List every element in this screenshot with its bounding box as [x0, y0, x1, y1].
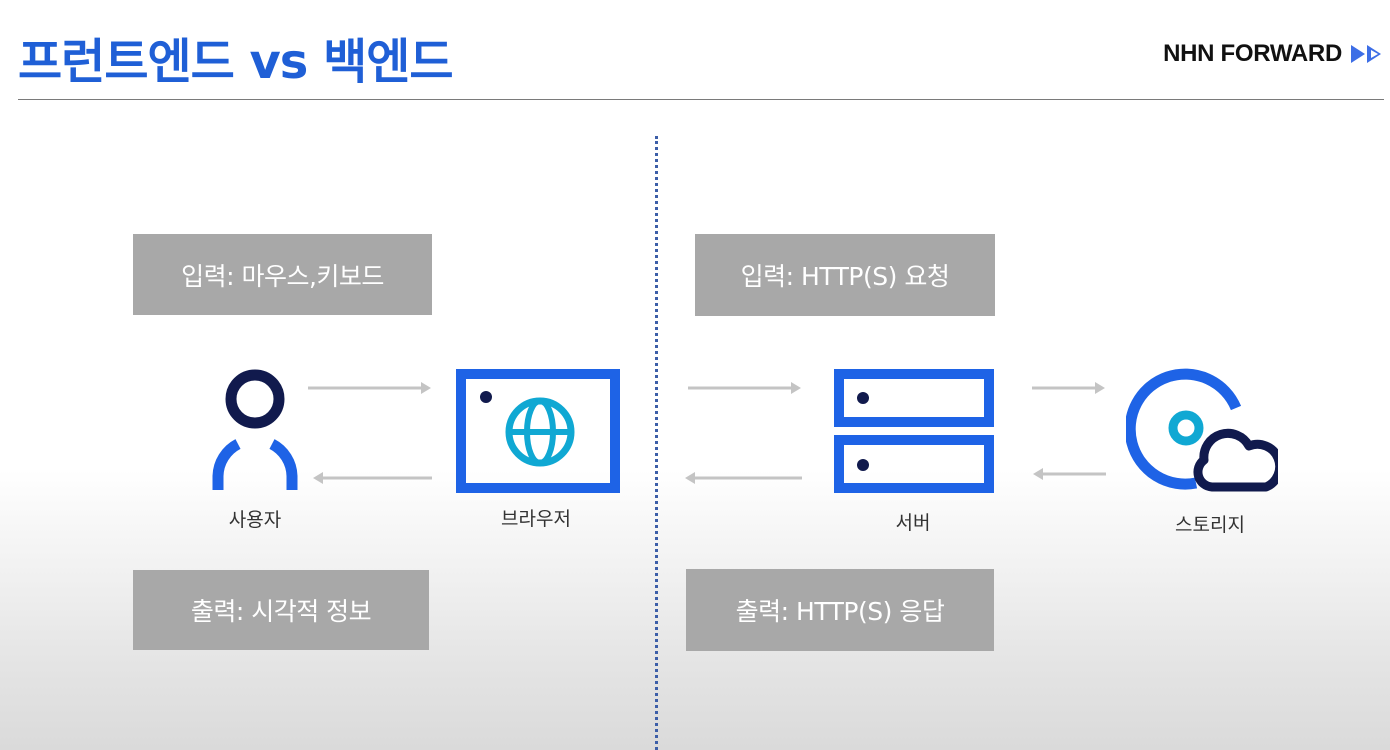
user-icon	[212, 369, 298, 490]
brand-text: NHN FORWARD	[1163, 40, 1342, 67]
server-label: 서버	[895, 512, 931, 534]
double-play-icon	[1351, 45, 1381, 63]
arrow-client-to-server	[688, 382, 801, 394]
arrow-storage-to-server	[1033, 468, 1106, 480]
storage-label: 스토리지	[1175, 514, 1245, 536]
arrow-server-to-client	[685, 472, 802, 484]
user-label: 사용자	[228, 509, 282, 531]
arrow-server-to-storage	[1032, 382, 1105, 394]
frontend-input-box: 입력: 마우스,키보드	[133, 234, 432, 315]
arrow-user-to-browser	[308, 382, 431, 394]
browser-label: 브라우저	[501, 508, 571, 530]
slide-title: 프런트엔드 vs 백엔드	[18, 34, 454, 90]
backend-output-box: 출력: HTTP(S) 응답	[686, 569, 994, 651]
arrow-browser-to-user	[313, 472, 432, 484]
server-icon	[834, 369, 994, 493]
storage-cloud-icon	[1126, 368, 1278, 492]
section-divider	[655, 136, 658, 750]
frontend-output-box: 출력: 시각적 정보	[133, 570, 429, 650]
title-rule	[18, 99, 1384, 100]
backend-input-box: 입력: HTTP(S) 요청	[695, 234, 995, 316]
browser-globe-icon	[456, 369, 620, 493]
brand-logo: NHN FORWARD	[1163, 40, 1384, 68]
